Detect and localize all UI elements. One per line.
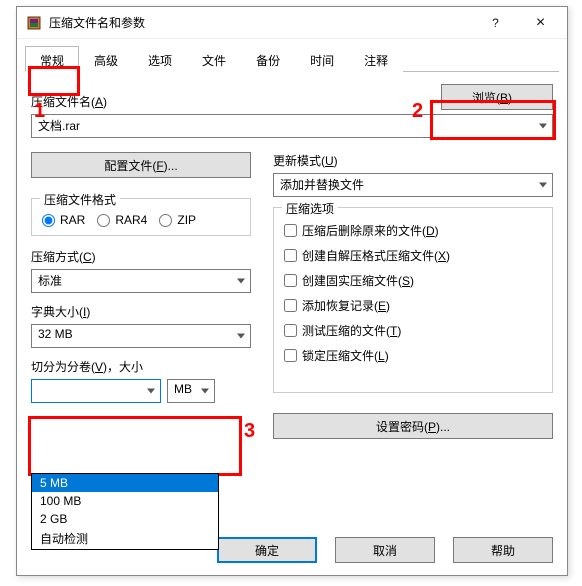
chk-sfx[interactable]: 创建自解压格式压缩文件(X) (284, 247, 542, 264)
app-icon (25, 14, 43, 32)
titlebar: 压缩文件名和参数 ? × (17, 7, 567, 39)
chk-lock[interactable]: 锁定压缩文件(L) (284, 347, 542, 364)
split-size-combo[interactable] (31, 379, 161, 403)
opts-group-title: 压缩选项 (282, 200, 338, 217)
chk-recovery[interactable]: 添加恢复记录(E) (284, 297, 542, 314)
tab-comment[interactable]: 注释 (349, 46, 403, 72)
tab-backup[interactable]: 备份 (241, 46, 295, 72)
dialog-window: 压缩文件名和参数 ? × 常规 高级 选项 文件 备份 时间 注释 压缩文件名(… (16, 6, 568, 576)
browse-button[interactable]: 浏览(B)... (441, 84, 553, 110)
chk-solid[interactable]: 创建固实压缩文件(S) (284, 272, 542, 289)
dict-combo[interactable]: 32 MB (31, 324, 251, 348)
ok-button[interactable]: 确定 (217, 537, 317, 563)
format-group-title: 压缩文件格式 (40, 191, 120, 208)
radio-rar[interactable]: RAR (42, 213, 85, 227)
split-options-dropdown[interactable]: 5 MB 100 MB 2 GB 自动检测 (31, 473, 219, 550)
method-combo[interactable]: 标准 (31, 269, 251, 293)
method-label: 压缩方式(C) (31, 248, 251, 265)
split-opt-100mb[interactable]: 100 MB (32, 492, 218, 510)
radio-rar4[interactable]: RAR4 (97, 213, 147, 227)
panel-general: 压缩文件名(A) 浏览(B)... 文档.rar 配置文件(F)... 压缩文件… (17, 72, 567, 447)
split-opt-auto[interactable]: 自动检测 (32, 528, 218, 549)
help-button[interactable]: ? (473, 8, 518, 38)
radio-zip[interactable]: ZIP (159, 213, 196, 227)
archive-name-label: 压缩文件名(A) (31, 93, 441, 110)
archive-name-input[interactable]: 文档.rar (31, 114, 553, 138)
split-opt-5mb[interactable]: 5 MB (32, 474, 218, 492)
cancel-button[interactable]: 取消 (335, 537, 435, 563)
split-unit-combo[interactable]: MB (167, 379, 215, 403)
split-opt-2gb[interactable]: 2 GB (32, 510, 218, 528)
tabstrip: 常规 高级 选项 文件 备份 时间 注释 (17, 39, 567, 71)
close-button[interactable]: × (518, 8, 563, 38)
tab-files[interactable]: 文件 (187, 46, 241, 72)
update-mode-combo[interactable]: 添加并替换文件 (273, 173, 553, 197)
window-title: 压缩文件名和参数 (49, 14, 473, 31)
dict-label: 字典大小(I) (31, 303, 251, 320)
archive-name-combo[interactable]: 文档.rar (31, 114, 553, 138)
set-password-button[interactable]: 设置密码(P)... (273, 413, 553, 439)
split-label: 切分为分卷(V)，大小 (31, 358, 251, 375)
tab-advanced[interactable]: 高级 (79, 46, 133, 72)
tab-general[interactable]: 常规 (25, 46, 79, 72)
tab-time[interactable]: 时间 (295, 46, 349, 72)
chk-test[interactable]: 测试压缩的文件(T) (284, 322, 542, 339)
tab-options[interactable]: 选项 (133, 46, 187, 72)
help-button-bottom[interactable]: 帮助 (453, 537, 553, 563)
update-mode-label: 更新模式(U) (273, 152, 553, 169)
chk-delete-after[interactable]: 压缩后删除原来的文件(D) (284, 222, 542, 239)
profiles-button[interactable]: 配置文件(F)... (31, 152, 251, 178)
